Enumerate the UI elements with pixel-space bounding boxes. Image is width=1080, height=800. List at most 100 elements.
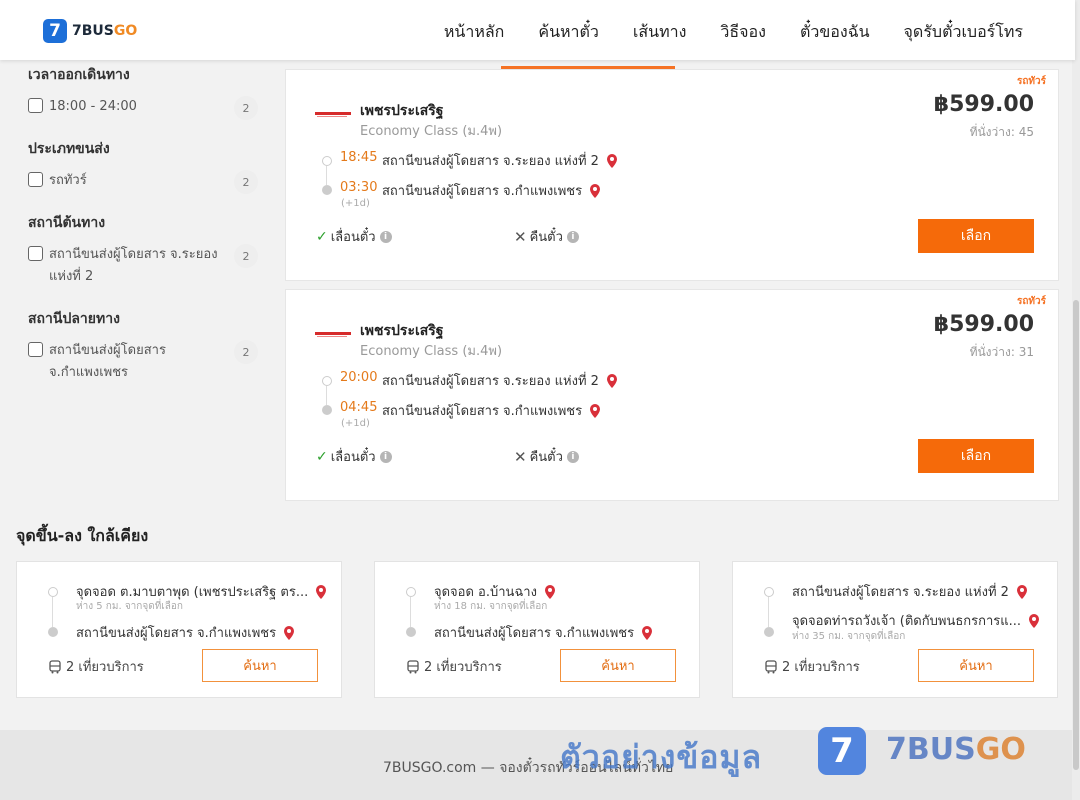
logo-text: 7BUSGO <box>72 23 138 39</box>
trip-price: ฿599.00 <box>933 92 1034 117</box>
filter-title-destination: สถานีปลายทาง <box>28 311 120 327</box>
to-dot-icon <box>48 627 58 637</box>
arrival-station: สถานีขนส่งผู้โดยสาร จ.กำแพงเพชร <box>382 400 602 421</box>
watermark-logo-icon: 7 <box>818 727 866 775</box>
departure-station: สถานีขนส่งผู้โดยสาร จ.ระยอง แห่งที่ 2 <box>382 150 619 171</box>
filter-count-badge: 2 <box>234 244 258 268</box>
nav-search-ticket[interactable]: ค้นหาตั๋ว <box>538 20 599 45</box>
nearby-section-title: จุดขึ้น-ลง ใกล้เคียง <box>16 526 149 545</box>
transport-tag: รถทัวร์ <box>1016 296 1046 307</box>
map-pin-icon[interactable] <box>314 584 328 600</box>
arrival-dot-icon <box>322 405 332 415</box>
refund-ticket-policy: ✕ คืนตั๋ว i <box>514 446 579 467</box>
nav-home[interactable]: หน้าหลัก <box>444 20 505 45</box>
departure-dot-icon <box>322 376 332 386</box>
bus-icon <box>49 659 61 673</box>
nearby-search-button[interactable]: ค้นหา <box>560 649 676 682</box>
filter-option-time[interactable]: 18:00 - 24:00 2 <box>28 96 258 120</box>
info-icon[interactable]: i <box>566 230 579 243</box>
refund-ticket-policy: ✕ คืนตั๋ว i <box>514 226 579 247</box>
bus-icon <box>407 659 419 673</box>
route-line <box>326 386 327 405</box>
site-header: 7 7BUSGO หน้าหลัก ค้นหาตั๋ว เส้นทาง วิธี… <box>0 0 1075 60</box>
filter-checkbox[interactable] <box>28 246 43 261</box>
departure-station: สถานีขนส่งผู้โดยสาร จ.ระยอง แห่งที่ 2 <box>382 370 619 391</box>
select-trip-button[interactable]: เลือก <box>918 219 1034 253</box>
info-icon[interactable]: i <box>379 450 392 463</box>
filter-option-transport[interactable]: รถทัวร์ 2 <box>28 170 258 194</box>
filter-checkbox[interactable] <box>28 172 43 187</box>
scrollbar-thumb[interactable] <box>1073 300 1079 770</box>
arrival-dot-icon <box>322 185 332 195</box>
nearby-to: สถานีขนส่งผู้โดยสาร จ.กำแพงเพชร <box>434 622 654 643</box>
trip-card: รถทัวร์ เพชรประเสริฐ Economy Class (ม.4พ… <box>285 69 1059 281</box>
departure-time: 18:45 <box>340 150 378 165</box>
logo-icon: 7 <box>43 19 67 43</box>
info-icon[interactable]: i <box>379 230 392 243</box>
nearby-distance: ห่าง 18 กม. จากจุดที่เลือก <box>434 601 548 612</box>
nearby-trip-count: 2 เที่ยวบริการ <box>406 656 502 677</box>
check-icon: ✓ <box>316 448 328 465</box>
map-pin-icon[interactable] <box>543 584 557 600</box>
nav-my-tickets[interactable]: ตั๋วของฉัน <box>800 20 870 45</box>
nearby-search-button[interactable]: ค้นหา <box>918 649 1034 682</box>
cross-icon: ✕ <box>514 447 527 466</box>
route-line <box>768 597 769 627</box>
filter-count-badge: 2 <box>234 340 258 364</box>
nav-ticket-points[interactable]: จุดรับตั๋วเบอร์โทร <box>904 20 1023 45</box>
route-line <box>52 597 53 627</box>
nearby-from: สถานีขนส่งผู้โดยสาร จ.ระยอง แห่งที่ 2 <box>792 581 1029 602</box>
seats-available: ที่นั่งว่าง: 45 <box>969 125 1034 139</box>
operator-name: เพชรประเสริฐ <box>360 323 444 339</box>
nearby-trip-count: 2 เที่ยวบริการ <box>764 656 860 677</box>
filter-count-badge: 2 <box>234 96 258 120</box>
filter-title-departure-time: เวลาออกเดินทาง <box>28 67 130 83</box>
info-icon[interactable]: i <box>566 450 579 463</box>
nav-routes[interactable]: เส้นทาง <box>633 20 687 45</box>
filter-count-badge: 2 <box>234 170 258 194</box>
nearby-search-button[interactable]: ค้นหา <box>202 649 318 682</box>
nearby-card: จุดจอด ต.มาบตาพุด (เพชรประเสริฐ ตร... ห่… <box>16 561 342 698</box>
departure-dot-icon <box>322 156 332 166</box>
filter-label: สถานีขนส่งผู้โดยสาร จ.กำแพงเพชร <box>49 343 166 380</box>
filter-label: สถานีขนส่งผู้โดยสาร จ.ระยอง แห่งที่ 2 <box>49 247 218 284</box>
map-pin-icon[interactable] <box>1027 613 1041 629</box>
site-logo[interactable]: 7 7BUSGO <box>43 19 137 43</box>
filter-checkbox[interactable] <box>28 342 43 357</box>
map-pin-icon[interactable] <box>588 183 602 199</box>
select-trip-button[interactable]: เลือก <box>918 439 1034 473</box>
from-dot-icon <box>406 587 416 597</box>
filter-checkbox[interactable] <box>28 98 43 113</box>
transport-tag: รถทัวร์ <box>1016 76 1046 87</box>
change-ticket-policy: ✓ เลื่อนตั๋ว i <box>316 226 392 247</box>
trip-card: รถทัวร์ เพชรประเสริฐ Economy Class (ม.4พ… <box>285 289 1059 501</box>
filter-option-origin[interactable]: สถานีขนส่งผู้โดยสาร จ.ระยอง แห่งที่ 2 2 <box>28 244 258 288</box>
seat-class: Economy Class (ม.4พ) <box>360 124 503 139</box>
watermark-brand: 7BUSGO <box>886 732 1026 767</box>
map-pin-icon[interactable] <box>282 625 296 641</box>
nearby-trip-count: 2 เที่ยวบริการ <box>48 656 144 677</box>
sample-data-watermark: ตัวอย่างข้อมูล <box>560 738 763 776</box>
nearby-to: สถานีขนส่งผู้โดยสาร จ.กำแพงเพชร <box>76 622 296 643</box>
change-ticket-policy: ✓ เลื่อนตั๋ว i <box>316 446 392 467</box>
trip-price: ฿599.00 <box>933 312 1034 337</box>
map-pin-icon[interactable] <box>1015 584 1029 600</box>
arrival-time: 03:30 <box>340 180 378 195</box>
page-scrollbar[interactable] <box>1072 0 1080 800</box>
map-pin-icon[interactable] <box>605 373 619 389</box>
map-pin-icon[interactable] <box>605 153 619 169</box>
operator-name: เพชรประเสริฐ <box>360 103 444 119</box>
nearby-card: จุดจอด อ.บ้านฉาง ห่าง 18 กม. จากจุดที่เล… <box>374 561 700 698</box>
seat-class: Economy Class (ม.4พ) <box>360 344 503 359</box>
nearby-distance: ห่าง 5 กม. จากจุดที่เลือก <box>76 601 183 612</box>
seats-available: ที่นั่งว่าง: 31 <box>969 345 1034 359</box>
filter-title-origin: สถานีต้นทาง <box>28 215 106 231</box>
to-dot-icon <box>764 627 774 637</box>
filter-option-destination[interactable]: สถานีขนส่งผู้โดยสาร จ.กำแพงเพชร 2 <box>28 340 258 384</box>
map-pin-icon[interactable] <box>588 403 602 419</box>
nav-how-to-book[interactable]: วิธีจอง <box>720 20 766 45</box>
map-pin-icon[interactable] <box>640 625 654 641</box>
nearby-card: สถานีขนส่งผู้โดยสาร จ.ระยอง แห่งที่ 2 จุ… <box>732 561 1058 698</box>
filter-label: รถทัวร์ <box>49 173 87 188</box>
nearby-distance: ห่าง 35 กม. จากจุดที่เลือก <box>792 631 906 642</box>
